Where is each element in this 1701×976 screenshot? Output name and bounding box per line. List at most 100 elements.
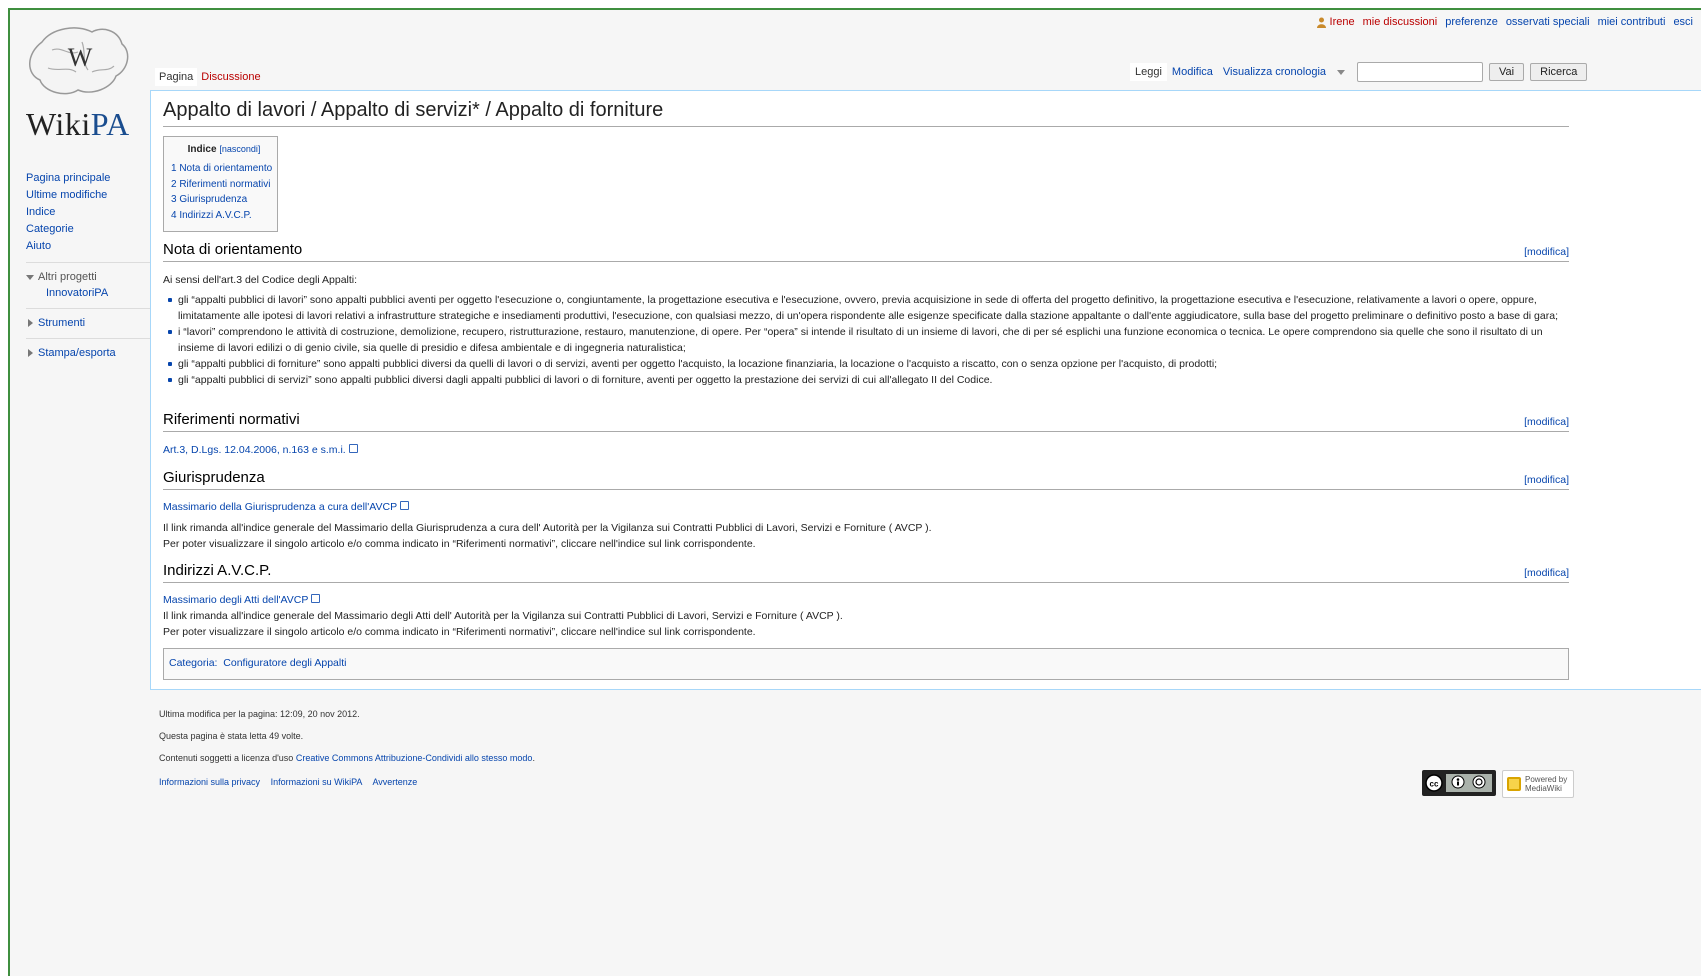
- list-item: gli “appalti pubblici di servizi” sono a…: [168, 372, 1570, 388]
- avcp-text-1: Il link rimanda all'indice generale del …: [163, 610, 843, 622]
- footer-view-count: Questa pagina è stata letta 49 volte.: [159, 731, 304, 741]
- tab-edit[interactable]: Modifica: [1167, 63, 1218, 81]
- my-contributions-link[interactable]: miei contributi: [1598, 16, 1666, 28]
- disclaimer-link[interactable]: Avvertenze: [372, 777, 417, 787]
- svg-text:cc: cc: [1430, 780, 1439, 789]
- more-actions-dropdown-icon[interactable]: [1337, 69, 1346, 75]
- tools-label: Strumenti: [38, 317, 86, 329]
- avcp-text-2: Per poter visualizzare il singolo artico…: [163, 626, 756, 638]
- cc-license-badge[interactable]: cc: [1422, 770, 1496, 796]
- svg-text:W: W: [68, 43, 93, 72]
- tools-toggle[interactable]: Strumenti: [26, 315, 151, 331]
- section-header-riferimenti: Riferimenti normativi [modifica]: [163, 411, 1569, 432]
- tab-page[interactable]: Pagina: [155, 68, 198, 86]
- triangle-right-icon: [28, 349, 33, 357]
- toc-hide-link[interactable]: [nascondi]: [219, 144, 260, 154]
- license-period: .: [532, 753, 535, 763]
- tab-read[interactable]: Leggi: [1130, 63, 1167, 81]
- preferences-link[interactable]: preferenze: [1445, 16, 1498, 28]
- other-projects-label: Altri progetti: [38, 271, 97, 283]
- user-page-link[interactable]: Irene: [1330, 16, 1355, 28]
- sidebar-divider: [26, 338, 151, 339]
- logout-link[interactable]: esci: [1673, 16, 1693, 28]
- nota-intro: Ai sensi dell'art.3 del Codice degli App…: [163, 274, 358, 286]
- go-button[interactable]: Vai: [1489, 63, 1525, 81]
- list-item: gli “appalti pubblici di forniture” sono…: [168, 356, 1570, 372]
- category-links: Categoria: Configuratore degli Appalti: [163, 648, 1569, 680]
- triangle-down-icon: [26, 274, 34, 280]
- license-prefix: Contenuti soggetti a licenza d'uso: [159, 753, 294, 763]
- tab-history[interactable]: Visualizza cronologia: [1218, 63, 1331, 81]
- giurisprudenza-para: Massimario della Giurisprudenza a cura d…: [163, 499, 1563, 515]
- print-export-toggle[interactable]: Stampa/esporta: [26, 345, 151, 361]
- list-item: gli “appalti pubblici di lavori” sono ap…: [168, 292, 1570, 324]
- logo-wordmark: WikiPA: [26, 106, 130, 142]
- sidebar-item-innovatoripa[interactable]: InnovatoriPA: [26, 285, 151, 301]
- avcp-external-link[interactable]: Massimario degli Atti dell'AVCP: [163, 594, 320, 606]
- giurisprudenza-text-2: Per poter visualizzare il singolo artico…: [163, 538, 756, 550]
- toc-item-riferimenti[interactable]: 2 Riferimenti normativi: [171, 177, 277, 193]
- tab-discussion[interactable]: Discussione: [197, 68, 264, 86]
- nota-list: gli “appalti pubblici di lavori” sono ap…: [163, 292, 1570, 388]
- categories-label-link[interactable]: Categoria:: [169, 657, 217, 669]
- table-of-contents: Indice [nascondi] 1 Nota di orientamento…: [163, 136, 278, 232]
- sidebar-divider: [26, 308, 151, 309]
- triangle-right-icon: [28, 319, 33, 327]
- site-logo[interactable]: W WikiPA: [22, 22, 157, 152]
- user-icon: [1316, 17, 1326, 28]
- list-item: i “lavori” comprendono le attività di co…: [168, 324, 1570, 356]
- footer-license: Contenuti soggetti a licenza d'uso Creat…: [159, 751, 535, 773]
- sidebar-item-categories[interactable]: Categorie: [26, 221, 151, 238]
- puzzle-globe-icon: W: [29, 27, 129, 95]
- avcp-para: Massimario degli Atti dell'AVCP: [163, 592, 1563, 608]
- page-title: Appalto di lavori / Appalto di servizi* …: [163, 99, 1569, 127]
- my-talk-link[interactable]: mie discussioni: [1363, 16, 1438, 28]
- about-link[interactable]: Informazioni su WikiPA: [271, 777, 363, 787]
- other-projects-toggle[interactable]: Altri progetti: [26, 269, 151, 285]
- riferimenti-external-link[interactable]: Art.3, D.Lgs. 12.04.2006, n.163 e s.m.i.: [163, 444, 358, 456]
- personal-toolbar: Irene mie discussioni preferenze osserva…: [1316, 16, 1693, 28]
- section-heading: Indirizzi A.V.C.P.: [163, 562, 272, 579]
- print-export-label: Stampa/esporta: [38, 347, 116, 359]
- cc-by-sa-icon: cc: [1425, 774, 1492, 792]
- namespace-tabs: Pagina Discussione: [155, 68, 265, 86]
- search-input[interactable]: [1357, 62, 1484, 82]
- sidebar-item-recent-changes[interactable]: Ultime modifiche: [26, 187, 151, 204]
- footer-places: Informazioni sulla privacy Informazioni …: [159, 777, 535, 787]
- footer: Ultima modifica per la pagina: 12:09, 20…: [159, 707, 535, 787]
- giurisprudenza-external-link[interactable]: Massimario della Giurisprudenza a cura d…: [163, 501, 409, 513]
- privacy-link[interactable]: Informazioni sulla privacy: [159, 777, 260, 787]
- section-heading: Nota di orientamento: [163, 241, 303, 258]
- mediawiki-icon: [1507, 777, 1521, 791]
- toc-item-indirizzi[interactable]: 4 Indirizzi A.V.C.P.: [171, 208, 277, 224]
- sidebar-item-index[interactable]: Indice: [26, 204, 151, 221]
- riferimenti-para: Art.3, D.Lgs. 12.04.2006, n.163 e s.m.i.: [163, 442, 1563, 458]
- sidebar-item-main-page[interactable]: Pagina principale: [26, 170, 151, 187]
- powered-by-label: Powered by MediaWiki: [1525, 775, 1568, 793]
- section-header-indirizzi: Indirizzi A.V.C.P. [modifica]: [163, 562, 1569, 583]
- edit-section-link[interactable]: [modifica]: [1524, 567, 1569, 579]
- sidebar-divider: [26, 262, 151, 263]
- section-header-giurisprudenza: Giurisprudenza [modifica]: [163, 469, 1569, 490]
- footer-last-modified: Ultima modifica per la pagina: 12:09, 20…: [159, 709, 360, 719]
- view-tabs: Leggi Modifica Visualizza cronologia Vai…: [1130, 62, 1588, 82]
- sidebar: Pagina principale Ultime modifiche Indic…: [26, 170, 151, 361]
- edit-section-link[interactable]: [modifica]: [1524, 474, 1569, 486]
- edit-section-link[interactable]: [modifica]: [1524, 416, 1569, 428]
- toc-item-giurisprudenza[interactable]: 3 Giurisprudenza: [171, 192, 277, 208]
- edit-section-link[interactable]: [modifica]: [1524, 246, 1569, 258]
- browser-frame: W WikiPA Irene mie discussioni preferenz…: [8, 8, 1701, 976]
- powered-by-mediawiki-badge[interactable]: Powered by MediaWiki: [1502, 770, 1574, 798]
- section-heading: Giurisprudenza: [163, 469, 265, 486]
- section-heading: Riferimenti normativi: [163, 411, 300, 428]
- license-link[interactable]: Creative Commons Attribuzione-Condividi …: [296, 753, 533, 763]
- sidebar-item-help[interactable]: Aiuto: [26, 238, 151, 255]
- toc-title: Indice: [187, 144, 217, 155]
- category-link[interactable]: Configuratore degli Appalti: [223, 657, 346, 669]
- section-header-nota: Nota di orientamento [modifica]: [163, 241, 1569, 262]
- watchlist-link[interactable]: osservati speciali: [1506, 16, 1590, 28]
- giurisprudenza-text-1: Il link rimanda all'indice generale del …: [163, 522, 932, 534]
- search-button[interactable]: Ricerca: [1530, 63, 1588, 81]
- content-area: Appalto di lavori / Appalto di servizi* …: [150, 90, 1701, 690]
- toc-item-nota[interactable]: 1 Nota di orientamento: [171, 161, 277, 177]
